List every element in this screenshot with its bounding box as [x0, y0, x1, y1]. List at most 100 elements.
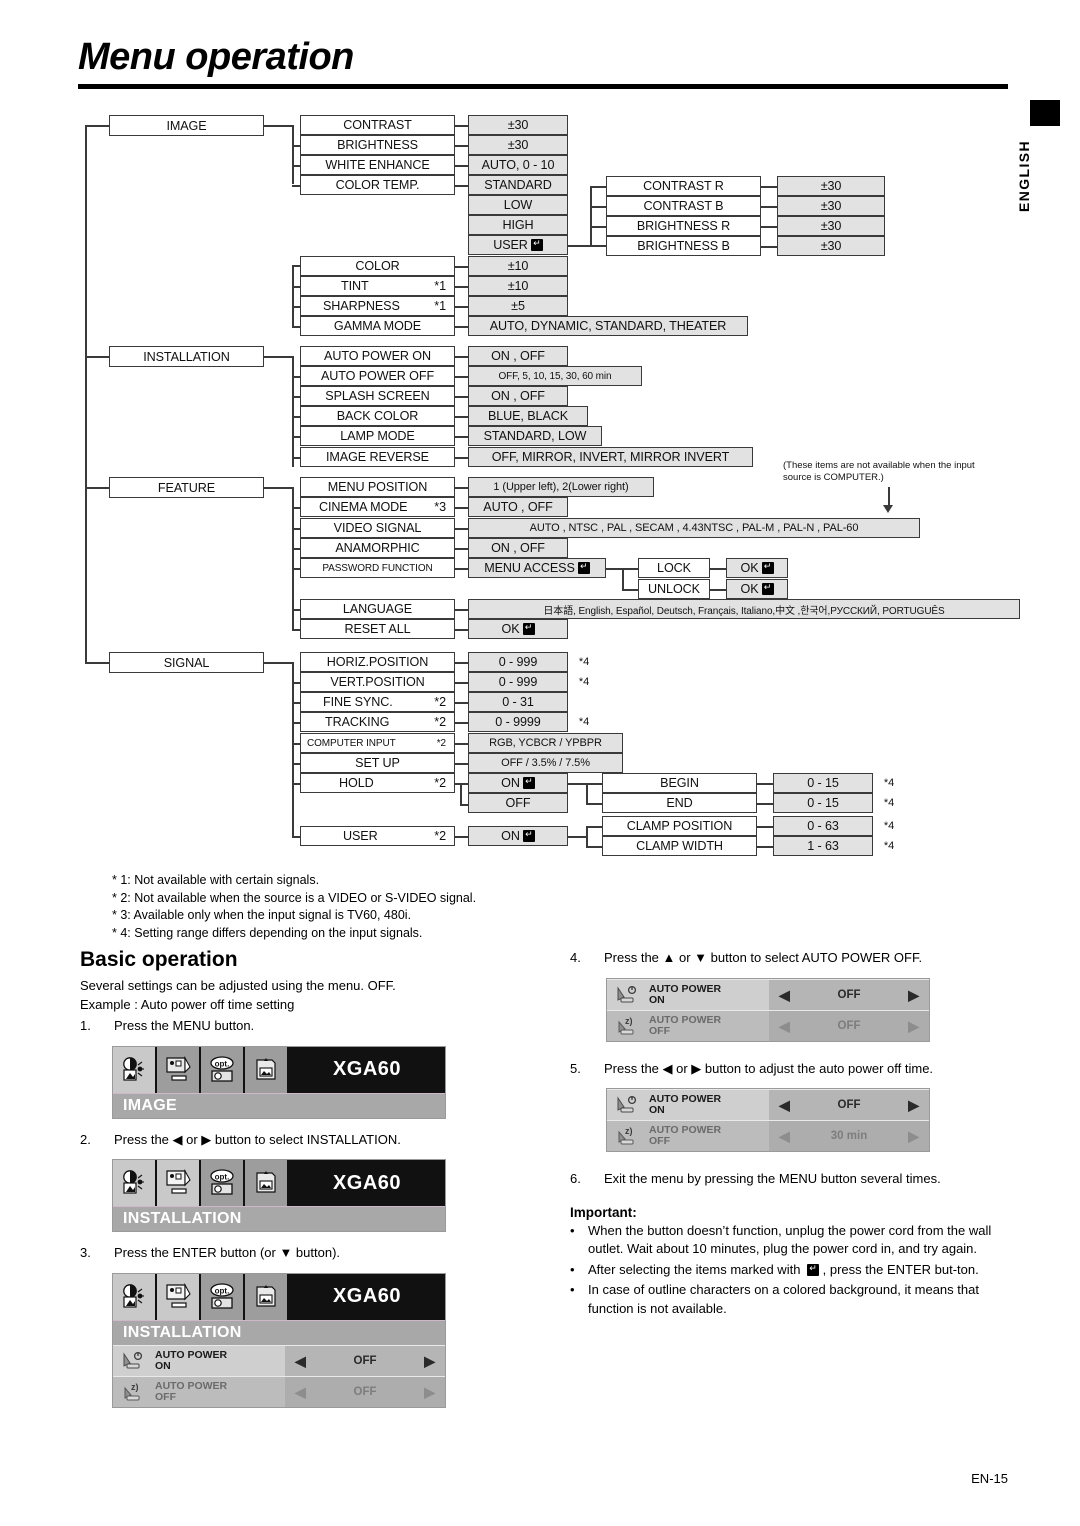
tree-connector [455, 836, 468, 838]
arrow-left-icon[interactable]: ◀ [295, 1385, 306, 1399]
bullet-mark: • [570, 1222, 575, 1238]
tree-item-label: SHARPNESS [323, 299, 400, 313]
step-text: Press the ENTER button (or ▼ button). [114, 1245, 341, 1260]
tree-connector [455, 487, 468, 489]
footnote-3: * 3: Available only when the input signa… [112, 908, 412, 923]
image-tab-icon[interactable] [113, 1273, 157, 1320]
tree-footnote-tracking: *4 [578, 716, 590, 728]
tree-value-contrast-r: ±30 [777, 176, 885, 196]
tree-connector [85, 356, 109, 358]
osd-row-label-line2: ON [155, 1359, 171, 1372]
step-number: 2. [80, 1131, 91, 1147]
step-number: 6. [570, 1171, 581, 1186]
feature-tab-icon[interactable]: opt. [201, 1273, 245, 1320]
image-tab-icon[interactable] [113, 1160, 157, 1206]
enter-icon: ↵ [761, 562, 774, 574]
osd-row-auto-power-on[interactable]: AUTO POWER ON ◀ OFF ▶ [607, 978, 929, 1010]
osd-row-label-line2: ON [649, 1104, 665, 1116]
arrow-left-icon[interactable]: ◀ [779, 1129, 790, 1143]
arrow-left-icon[interactable]: ◀ [295, 1354, 306, 1368]
basic-operation-heading: Basic operation [80, 948, 238, 971]
signal-tab-icon[interactable] [245, 1273, 289, 1320]
tree-item-footnote: *1 [434, 299, 446, 313]
osd-row-auto-power-on[interactable]: AUTO POWER ON ◀ OFF ▶ [113, 1344, 445, 1376]
tree-connector [455, 682, 468, 684]
tree-item-fine-sync: FINE SYNC. *2 [300, 692, 455, 712]
arrow-right-icon[interactable]: ▶ [908, 1129, 919, 1143]
tree-item-label: USER [343, 829, 378, 843]
osd-row-value-control[interactable]: ◀ OFF ▶ [285, 1345, 445, 1376]
installation-tab-icon[interactable] [157, 1273, 201, 1320]
osd-row-value-control[interactable]: ◀ OFF ▶ [769, 1010, 929, 1041]
osd-row-label-line1: AUTO POWER [649, 982, 722, 995]
footnote-2: * 2: Not available when the source is a … [112, 890, 477, 905]
osd-row-label-line2: OFF [155, 1390, 176, 1403]
tree-connector [264, 125, 292, 127]
arrow-right-icon[interactable]: ▶ [424, 1354, 435, 1368]
arrow-left-icon[interactable]: ◀ [779, 1019, 790, 1033]
signal-tab-icon[interactable] [245, 1046, 289, 1093]
osd-row-value-control[interactable]: ◀ 30 min ▶ [769, 1121, 929, 1151]
tree-connector [455, 528, 468, 530]
tree-value-auto-power-on: ON , OFF [468, 346, 568, 366]
step-text: Press the ◀ or ▶ button to adjust the au… [604, 1060, 934, 1076]
installation-tab-icon[interactable] [157, 1046, 201, 1093]
svg-text:opt.: opt. [215, 1059, 230, 1068]
tree-footnote-horiz: *4 [578, 656, 590, 668]
arrow-right-icon[interactable]: ▶ [908, 988, 919, 1002]
osd-row-value-control[interactable]: ◀ OFF ▶ [769, 1090, 929, 1120]
tree-connector [292, 326, 300, 328]
osd-row-auto-power-off[interactable]: z) AUTO POWER OFF ◀ OFF ▶ [113, 1375, 445, 1407]
tree-root-image: IMAGE [109, 115, 264, 136]
arrow-right-icon[interactable]: ▶ [424, 1385, 435, 1399]
arrow-right-icon[interactable]: ▶ [908, 1098, 919, 1112]
tree-item-footnote: *2 [434, 776, 446, 790]
image-tab-icon[interactable] [113, 1046, 157, 1093]
tree-connector [455, 376, 468, 378]
important-bullet-2: • After selecting the items marked with … [570, 1261, 1020, 1280]
signal-tab-icon[interactable] [245, 1160, 289, 1206]
tree-connector [292, 662, 294, 837]
feature-tab-icon[interactable]: opt. [201, 1046, 245, 1093]
osd-signal-name: XGA60 [332, 1171, 402, 1194]
osd-row-value-control[interactable]: ◀ OFF ▶ [769, 979, 929, 1010]
osd-row-label-line2: OFF [649, 1024, 670, 1037]
tree-item-contrast-b: CONTRAST B [606, 196, 761, 216]
tree-value-sharpness: ±5 [468, 296, 568, 316]
arrow-left-icon[interactable]: ◀ [779, 988, 790, 1002]
menu-tree-diagram: IMAGE INSTALLATION FEATURE SIGNAL CONTRA… [0, 0, 1080, 880]
installation-tab-icon[interactable] [157, 1160, 201, 1206]
tree-item-clamp-width: CLAMP WIDTH [602, 836, 757, 856]
feature-tab-icon[interactable]: opt. [201, 1160, 245, 1206]
osd-row-value: OFF [837, 1099, 861, 1111]
osd-header: opt. XGA60 [113, 1160, 445, 1206]
tree-connector [85, 487, 109, 489]
tree-connector [264, 356, 292, 358]
tree-connector [455, 507, 468, 509]
osd-header: opt. XGA60 [113, 1046, 445, 1093]
osd-row-auto-power-on[interactable]: AUTO POWER ON ◀ OFF ▶ [607, 1089, 929, 1120]
tree-item-horiz-position: HORIZ.POSITION [300, 652, 455, 672]
right-column: 4. Press the ▲ or ▼ button to select AUT… [570, 946, 1020, 1318]
tree-item-label: TRACKING [325, 715, 390, 729]
tree-item-auto-power-off: AUTO POWER OFF [300, 366, 455, 386]
screen-projector-glyph [166, 1168, 191, 1194]
osd-row-value-control[interactable]: ◀ OFF ▶ [285, 1376, 445, 1407]
important-bullet-1: • When the button doesn’t function, unpl… [570, 1222, 1020, 1259]
tree-item-set-up: SET UP [300, 753, 455, 773]
tree-connector [292, 145, 300, 147]
tree-value-label: OK [501, 622, 520, 636]
note-arrow-head [883, 505, 893, 513]
auto-power-off-icon: z) [607, 1121, 647, 1151]
arrow-right-icon[interactable]: ▶ [908, 1019, 919, 1033]
tree-value-image-reverse: OFF, MIRROR, INVERT, MIRROR INVERT [468, 447, 753, 467]
osd-row-label-line1: AUTO POWER [649, 1013, 722, 1026]
step-number: 1. [80, 1018, 91, 1033]
arrow-left-icon[interactable]: ◀ [779, 1098, 790, 1112]
tree-item-color-temp: COLOR TEMP. [300, 175, 455, 195]
osd-row-auto-power-off[interactable]: z) AUTO POWER OFF ◀ 30 min ▶ [607, 1120, 929, 1151]
tree-footnote-clamp-width: *4 [883, 840, 895, 852]
tree-value-begin: 0 - 15 [773, 773, 873, 793]
osd-row-auto-power-off[interactable]: z) AUTO POWER OFF ◀ OFF ▶ [607, 1009, 929, 1041]
osd-row-label: AUTO POWER ON [647, 1090, 769, 1120]
